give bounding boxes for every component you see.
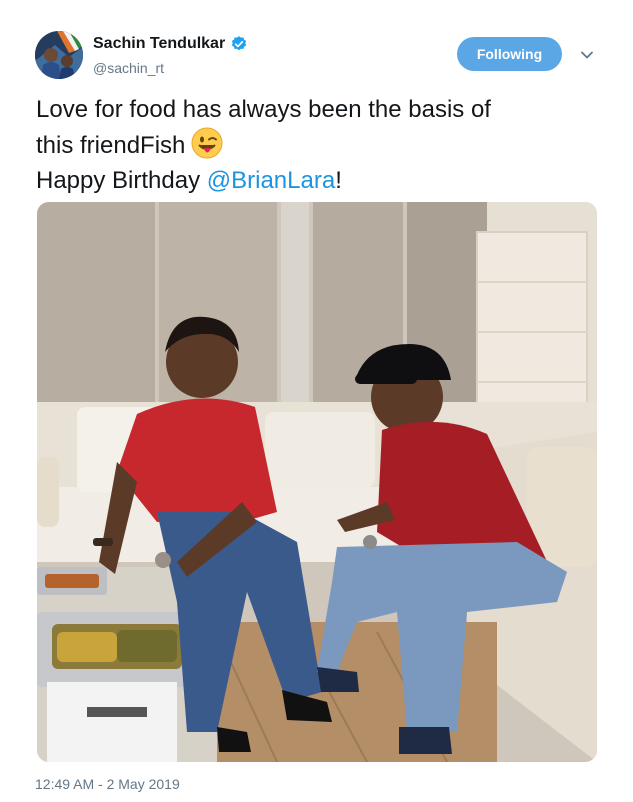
- tweet-text-line-2: this friendFish: [36, 127, 606, 163]
- tweet-photo[interactable]: [37, 202, 597, 762]
- winking-face-with-tongue-emoji-icon: [191, 127, 223, 159]
- author-name-row: Sachin Tendulkar: [93, 35, 248, 53]
- mention-link[interactable]: @BrianLara: [207, 167, 335, 194]
- chevron-down-icon[interactable]: [578, 46, 596, 64]
- author-display-name[interactable]: Sachin Tendulkar: [93, 35, 225, 53]
- following-button[interactable]: Following: [457, 37, 562, 71]
- tweet-card: Sachin Tendulkar @sachin_rt Following Lo…: [0, 0, 633, 802]
- tweet-text-line-2-text: this friendFish: [36, 132, 186, 159]
- verified-badge-icon: [230, 35, 248, 53]
- tweet-text-line-3: Happy Birthday @BrianLara!: [36, 163, 606, 198]
- author-handle[interactable]: @sachin_rt: [93, 60, 164, 76]
- photo-image: [37, 202, 597, 762]
- tweet-text-line-1: Love for food has always been the basis …: [36, 96, 491, 123]
- tweet-text-line-3-prefix: Happy Birthday: [36, 167, 207, 194]
- tweet-text: Love for food has always been the basis …: [36, 92, 606, 198]
- tweet-text-line-3-suffix: !: [335, 167, 342, 194]
- author-avatar[interactable]: [35, 31, 83, 79]
- tweet-timestamp[interactable]: 12:49 AM - 2 May 2019: [35, 776, 180, 792]
- avatar-image: [35, 31, 83, 79]
